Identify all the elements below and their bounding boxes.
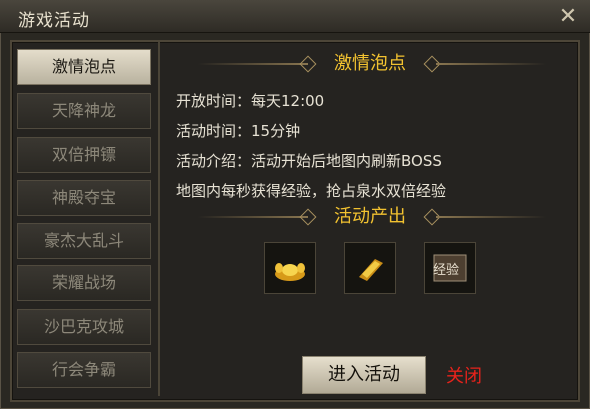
gold-ingot-icon [275, 263, 305, 281]
tab-activity-7[interactable]: 沙巴克攻城 [17, 309, 151, 345]
detail-header: 激情泡点 [168, 51, 572, 77]
tab-activity-8[interactable]: 行会争霸 [17, 352, 151, 388]
panel-divider [158, 42, 160, 396]
tab-activity-1[interactable]: 激情泡点 [17, 49, 151, 85]
rewards-title: 活动产出 [334, 206, 406, 227]
reward-slot[interactable]: 经验 [424, 242, 476, 294]
intro-text: 活动介绍：活动开始后地图内刷新BOSS [176, 152, 442, 170]
duration-text: 活动时间：15分钟 [176, 122, 301, 140]
ornament-right [436, 63, 546, 65]
reward-slot[interactable] [264, 242, 316, 294]
activity-list: 激情泡点 天降神龙 双倍押镖 神殿夺宝 豪杰大乱斗 荣耀战场 沙巴克攻城 行会争… [17, 47, 159, 393]
tab-activity-5[interactable]: 豪杰大乱斗 [17, 223, 151, 259]
tab-activity-3[interactable]: 双倍押镖 [17, 137, 151, 173]
close-button[interactable]: 关闭 [446, 362, 482, 388]
tab-activity-4[interactable]: 神殿夺宝 [17, 180, 151, 216]
gold-bar-icon [359, 259, 383, 281]
enter-activity-button[interactable]: 进入活动 [302, 356, 426, 394]
main-panel: 激情泡点 天降神龙 双倍押镖 神殿夺宝 豪杰大乱斗 荣耀战场 沙巴克攻城 行会争… [10, 40, 580, 402]
tab-activity-2[interactable]: 天降神龙 [17, 93, 151, 129]
title-bar: 游戏活动 ✕ [0, 0, 590, 33]
window-title: 游戏活动 [18, 11, 90, 31]
reward-slot[interactable] [344, 242, 396, 294]
open-time-text: 开放时间：每天12:00 [176, 92, 325, 110]
intro-text-2: 地图内每秒获得经验，抢占泉水双倍经验 [176, 182, 447, 200]
detail-title: 激情泡点 [334, 53, 406, 74]
ornament-diamond-left [299, 208, 317, 226]
ornament-diamond-left [299, 55, 317, 73]
tab-activity-6[interactable]: 荣耀战场 [17, 265, 151, 301]
ornament-right [436, 216, 546, 218]
close-icon[interactable]: ✕ [555, 4, 581, 30]
exp-label: 经验 [433, 263, 460, 278]
activity-detail: 激情泡点 开放时间：每天12:00 活动时间：15分钟 活动介绍：活动开始后地图… [168, 46, 572, 394]
ornament-left [198, 63, 308, 65]
rewards-header: 活动产出 [168, 204, 572, 230]
ornament-left [198, 216, 308, 218]
